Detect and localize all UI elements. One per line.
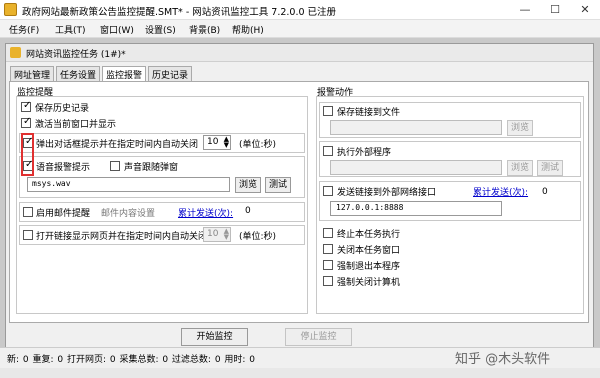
close-icon[interactable]: ✕ bbox=[570, 0, 600, 20]
menu-settings[interactable]: 设置(S) bbox=[145, 23, 176, 36]
email-sent-total-label[interactable]: 累计发送(次): bbox=[178, 206, 233, 219]
open-seconds-value: 10 bbox=[207, 229, 219, 239]
activate-window-checkbox[interactable] bbox=[21, 116, 31, 128]
menu-background[interactable]: 背景(B) bbox=[189, 23, 220, 36]
force-exit-label: 强制退出本程序 bbox=[337, 262, 401, 272]
voice-alert-label: 语音报警提示 bbox=[36, 163, 91, 173]
activate-window-label: 激活当前窗口并显示 bbox=[35, 120, 117, 130]
watermark: 知乎 @木头软件 bbox=[455, 352, 551, 367]
force-exit-checkbox[interactable] bbox=[323, 260, 333, 270]
tab-history[interactable]: 历史记录 bbox=[148, 66, 192, 81]
title-bar: 政府网站最新政策公告监控提醒.SMT* - 网站资讯监控工具 7.2.0.0 已… bbox=[0, 0, 600, 20]
send-link-checkbox[interactable] bbox=[323, 186, 333, 196]
popup-dialog-label: 弹出对话框提示并在指定时间内自动关闭 bbox=[36, 140, 199, 150]
sound-file-value: msys.wav bbox=[32, 179, 71, 188]
menu-window[interactable]: 窗口(W) bbox=[100, 23, 134, 36]
save-history-label: 保存历史记录 bbox=[35, 104, 90, 114]
save-link-checkbox[interactable] bbox=[323, 106, 333, 116]
app-icon bbox=[4, 3, 17, 16]
save-link-browse-button[interactable]: 浏览 bbox=[507, 120, 533, 136]
open-link-checkbox[interactable] bbox=[23, 230, 33, 240]
task-window-titlebar: 网站资讯监控任务 (1#)* bbox=[6, 44, 593, 62]
close-window-label: 关闭本任务窗口 bbox=[337, 246, 401, 256]
popup-seconds-value: 10 bbox=[207, 137, 219, 147]
program-path-input[interactable] bbox=[330, 160, 502, 175]
force-shutdown-checkbox[interactable] bbox=[323, 276, 333, 286]
run-program-label: 执行外部程序 bbox=[337, 148, 392, 158]
run-program-checkbox[interactable] bbox=[323, 146, 333, 156]
task-window: 网站资讯监控任务 (1#)* 网址管理 任务设置 监控报警 历史记录 监控提醒 … bbox=[5, 43, 594, 364]
save-link-path-input[interactable] bbox=[330, 120, 502, 135]
window-title: 政府网站最新政策公告监控提醒.SMT* - 网站资讯监控工具 7.2.0.0 已… bbox=[22, 7, 337, 18]
voice-follow-checkbox[interactable] bbox=[110, 161, 120, 171]
spin-icon[interactable]: ▲ ▼ bbox=[224, 136, 229, 149]
menu-tools[interactable]: 工具(T) bbox=[55, 23, 86, 36]
email-settings-link[interactable]: 邮件内容设置 bbox=[101, 206, 155, 219]
open-link-label: 打开链接显示网页并在指定时间内自动关闭 bbox=[36, 232, 208, 242]
menu-help[interactable]: 帮助(H) bbox=[232, 23, 264, 36]
tab-url-management[interactable]: 网址管理 bbox=[10, 66, 54, 81]
task-icon bbox=[10, 47, 21, 58]
voice-follow-label: 声音跟随弹窗 bbox=[124, 163, 179, 173]
endpoint-input[interactable]: 127.0.0.1:8888 bbox=[330, 201, 502, 216]
close-window-checkbox[interactable] bbox=[323, 244, 333, 254]
tab-task-settings[interactable]: 任务设置 bbox=[56, 66, 100, 81]
bottom-edge bbox=[0, 368, 600, 378]
tab-panel: 监控提醒 保存历史记录 激活当前窗口并显示 弹出对话框提示并在指定时间内自动关闭… bbox=[9, 81, 589, 323]
highlight-box bbox=[21, 133, 34, 176]
open-seconds-input[interactable]: 10 ▲ ▼ bbox=[203, 227, 231, 242]
menu-bar: 任务(F) 工具(T) 窗口(W) 设置(S) 背景(B) 帮助(H) bbox=[0, 20, 600, 38]
program-test-button[interactable]: 测试 bbox=[537, 160, 563, 176]
terminate-task-label: 终止本任务执行 bbox=[337, 230, 401, 240]
status-text: 新: 0 重复: 0 打开网页: 0 采集总数: 0 过滤总数: 0 用时: 0 bbox=[7, 355, 256, 365]
sound-file-input[interactable]: msys.wav bbox=[27, 177, 230, 192]
save-history-checkbox[interactable] bbox=[21, 100, 31, 112]
tab-monitor-alarm[interactable]: 监控报警 bbox=[102, 66, 146, 82]
task-window-title: 网站资讯监控任务 (1#)* bbox=[26, 50, 126, 60]
endpoint-value: 127.0.0.1:8888 bbox=[336, 203, 404, 212]
minimize-icon[interactable]: — bbox=[510, 0, 540, 20]
save-link-label: 保存链接到文件 bbox=[337, 108, 401, 118]
enable-email-label: 启用邮件提醒 bbox=[36, 209, 91, 219]
stop-monitor-button[interactable]: 停止监控 bbox=[285, 328, 352, 346]
open-unit-label: (单位:秒) bbox=[239, 232, 277, 242]
maximize-icon[interactable]: ☐ bbox=[540, 0, 570, 20]
force-shutdown-label: 强制关闭计算机 bbox=[337, 278, 401, 288]
terminate-task-checkbox[interactable] bbox=[323, 228, 333, 238]
status-bar: 新: 0 重复: 0 打开网页: 0 采集总数: 0 过滤总数: 0 用时: 0… bbox=[0, 347, 600, 368]
menu-task[interactable]: 任务(F) bbox=[9, 23, 39, 36]
popup-unit-label: (单位:秒) bbox=[239, 140, 277, 150]
spin-icon[interactable]: ▲ ▼ bbox=[224, 228, 229, 241]
send-sent-total-value: 0 bbox=[542, 187, 548, 197]
sound-test-button[interactable]: 测试 bbox=[265, 177, 291, 193]
sound-browse-button[interactable]: 浏览 bbox=[235, 177, 261, 193]
send-sent-total-label[interactable]: 累计发送(次): bbox=[473, 185, 528, 198]
program-browse-button[interactable]: 浏览 bbox=[507, 160, 533, 176]
start-monitor-button[interactable]: 开始监控 bbox=[181, 328, 248, 346]
enable-email-checkbox[interactable] bbox=[23, 207, 33, 217]
email-sent-total-value: 0 bbox=[245, 206, 251, 216]
send-link-label: 发送链接到外部网络接口 bbox=[337, 188, 437, 198]
popup-seconds-input[interactable]: 10 ▲ ▼ bbox=[203, 135, 231, 150]
